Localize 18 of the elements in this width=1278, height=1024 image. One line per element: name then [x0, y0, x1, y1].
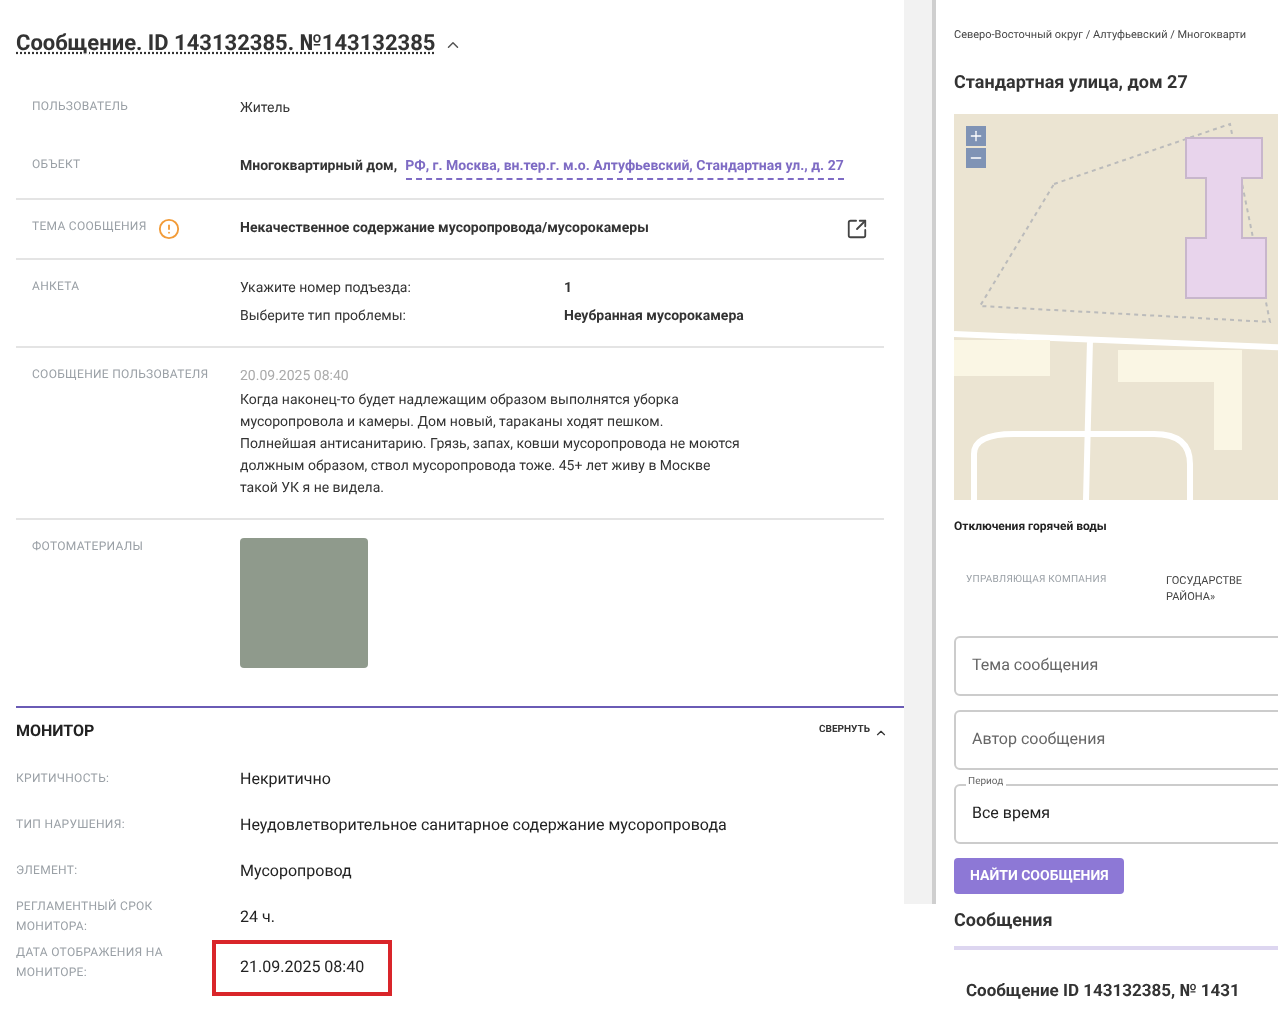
field-value: 21.09.2025 08:40	[212, 939, 393, 995]
field-value: Мусоропровод	[240, 859, 352, 883]
text-field[interactable]: Автор сообщения	[954, 709, 1278, 770]
text-field[interactable]: Тема сообщения	[954, 635, 1278, 696]
field-value: 24 ч.	[240, 905, 275, 929]
chevron-up-icon	[874, 725, 888, 739]
plus-icon	[968, 127, 984, 144]
open-external-icon[interactable]	[846, 217, 868, 239]
warning-icon	[158, 217, 181, 239]
message-title: Сообщение. ID 143132385. №143132385	[16, 28, 436, 60]
section-title: МОНИТОР	[16, 720, 95, 744]
address-title: Стандартная улица, дом 27	[954, 72, 1190, 99]
message-item-title[interactable]: Сообщение ID 143132385, № 1431	[966, 982, 1240, 1003]
zoom-in-button[interactable]	[966, 125, 986, 146]
field-value: Некритично	[240, 767, 331, 791]
zoom-out-button[interactable]	[966, 147, 986, 168]
messages-title: Сообщения	[954, 909, 1055, 936]
field-value: Неудовлетворительное санитарное содержание мусоропровода	[240, 813, 727, 837]
